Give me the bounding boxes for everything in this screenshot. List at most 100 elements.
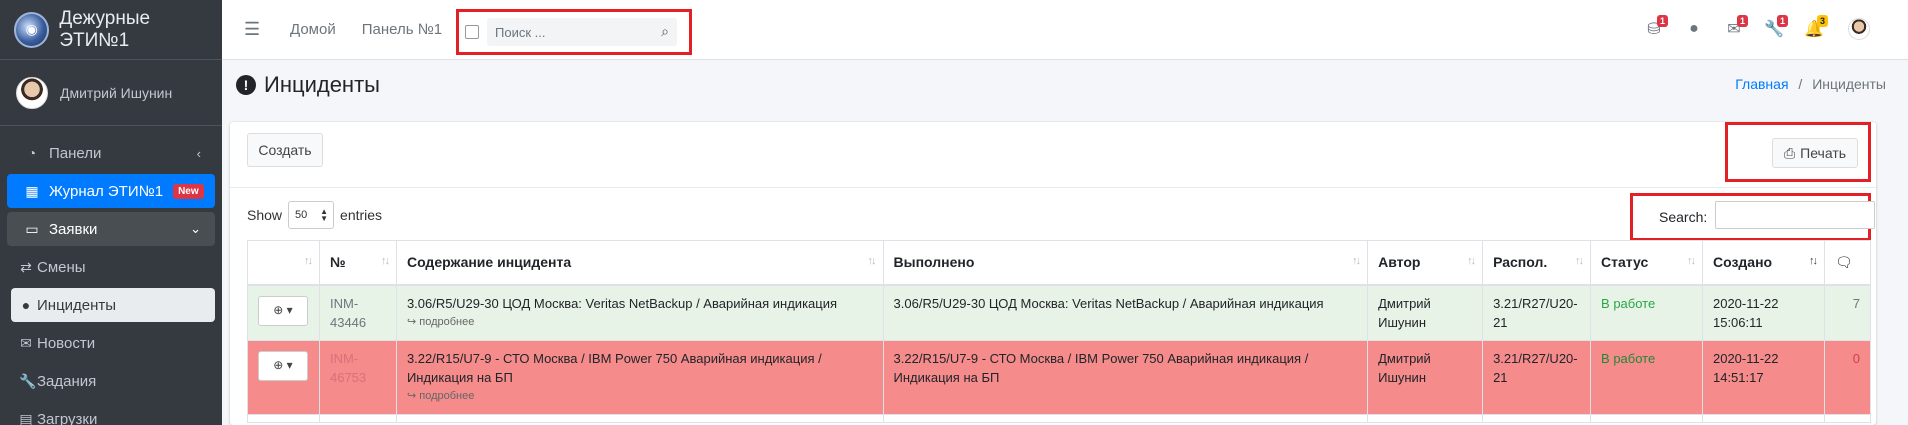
- sidebar-item-news[interactable]: ✉ Новости: [11, 326, 215, 360]
- sidebar-item-shifts[interactable]: ⇄ Смены: [11, 250, 215, 284]
- table-search-highlight: Search:: [1630, 193, 1875, 241]
- column-header-number[interactable]: № ↑↓: [318, 240, 397, 286]
- incident-location: 3.21/R27/U20-21: [1482, 339, 1592, 415]
- bell-icon[interactable]: 🔔 3: [1794, 15, 1834, 39]
- incident-content-cell: 3.22/R15/U7-9 - СТО Москва / IBM Power 7…: [395, 339, 884, 415]
- more-link[interactable]: ↪ подробнее: [407, 387, 873, 406]
- sidebar-item-requests[interactable]: ▭ Заявки ⌄: [7, 212, 215, 246]
- alert-icon[interactable]: ●: [1674, 20, 1714, 38]
- user-name[interactable]: Дмитрий Ишунин: [60, 85, 172, 101]
- sidebar-item-label: Журнал ЭТИ№1: [49, 182, 164, 200]
- tools-icon[interactable]: 🔧 1: [1754, 15, 1794, 39]
- new-badge: New: [173, 183, 204, 199]
- brand-logo-icon: ◉: [14, 11, 50, 48]
- sidebar-item-label: Загрузки: [37, 410, 98, 425]
- sidebar-item-tasks[interactable]: 🔧 Задания: [11, 364, 215, 398]
- show-label: Show: [247, 207, 283, 223]
- row-actions-dropdown[interactable]: ⊕ ▾: [258, 350, 308, 381]
- sidebar-item-label: Смены: [37, 258, 86, 276]
- sort-icon: ↑↓: [1467, 255, 1476, 267]
- devices-icon[interactable]: ⛁ 1: [1634, 15, 1674, 39]
- sort-icon: ↑↓: [380, 255, 390, 267]
- sidebar-item-journal[interactable]: ▦ Журнал ЭТИ№1 New: [7, 174, 215, 208]
- sidebar-item-incidents[interactable]: ● Инциденты: [11, 288, 215, 322]
- incident-content-cell: 3.06/R5/U29-30 ЦОД Москва: Veritas NetBa…: [395, 284, 884, 341]
- incident-author: Дмитрий Ишунин: [1367, 339, 1484, 415]
- messages-icon[interactable]: ✉ 1: [1714, 15, 1754, 39]
- sidebar-nav: ◔ Панели ‹ ▦ Журнал ЭТИ№1 New ▭ Заявки ⌄…: [0, 126, 222, 425]
- sidebar-item-panels[interactable]: ◔ Панели ‹: [7, 136, 215, 170]
- user-avatar[interactable]: [1848, 18, 1870, 40]
- envelope-icon: ✉: [20, 334, 32, 351]
- sort-icon: ↑↓: [1686, 255, 1696, 267]
- sidebar: ◉ Дежурные ЭТИ№1 Дмитрий Ишунин ◔ Панели…: [0, 0, 222, 425]
- sidebar-item-label: Панели: [49, 144, 102, 162]
- exclamation-circle-icon: ●: [21, 297, 31, 313]
- print-highlight: ⎙ Печать: [1725, 122, 1871, 182]
- nav-link-home[interactable]: Домой: [290, 21, 336, 38]
- top-checkbox[interactable]: [465, 25, 479, 39]
- table-row[interactable]: ⊕ ▾ INM-46753 3.22/R15/U7-9 - СТО Москва…: [247, 339, 1872, 415]
- brand-link[interactable]: ◉ Дежурные ЭТИ№1: [0, 0, 222, 60]
- sort-desc-icon: ↑↓: [1808, 255, 1818, 267]
- comments-count: 7: [1823, 284, 1872, 341]
- column-header-created[interactable]: Создано ↑↓: [1701, 240, 1825, 286]
- breadcrumb-current: Инциденты: [1812, 76, 1886, 92]
- incident-created: 2020-11-22 15:06:11: [1701, 284, 1825, 341]
- inbox-icon: ▭: [25, 220, 39, 237]
- grid-icon: ▦: [25, 182, 39, 199]
- hamburger-menu-icon[interactable]: ☰: [244, 19, 264, 40]
- chevron-left-icon: ‹: [196, 145, 201, 161]
- incident-content: 3.06/R5/U29-30 ЦОД Москва: Veritas NetBa…: [406, 295, 838, 311]
- sidebar-item-label: Задания: [37, 372, 97, 390]
- chevron-down-icon: ⌄: [190, 221, 201, 236]
- table-row[interactable]: ⊕ ▾ INM-43446 3.06/R5/U29-30 ЦОД Москва:…: [247, 284, 1872, 341]
- row-actions-dropdown[interactable]: ⊕ ▾: [258, 295, 308, 326]
- incident-created: 2020-11-22 14:51:17: [1701, 339, 1825, 415]
- download-circle-icon: ⊕: [273, 358, 284, 372]
- content-header: ! Инциденты Главная / Инциденты: [222, 60, 1908, 122]
- incidents-table: ↑↓ № ↑↓ Содержание инцидента ↑↓ Выполнено ↑…: [247, 240, 1872, 423]
- column-header-location[interactable]: Распол. ↑↓: [1482, 240, 1592, 286]
- search-input[interactable]: Поиск ... ⌕: [487, 18, 677, 46]
- search-placeholder: Поиск ...: [495, 24, 546, 40]
- entries-label: entries: [340, 207, 383, 223]
- page-title: ! Инциденты: [236, 72, 380, 98]
- incident-number[interactable]: INM-43446: [318, 284, 397, 341]
- sort-icon: ↑↓: [867, 255, 877, 267]
- nav-link-panel-1[interactable]: Панель №1: [362, 21, 442, 38]
- comments-icon: 🗨: [1834, 253, 1853, 270]
- column-header-content[interactable]: Содержание инцидента ↑↓: [395, 240, 884, 286]
- column-header-status[interactable]: Статус ↑↓: [1590, 240, 1703, 286]
- exclamation-circle-icon: !: [236, 75, 256, 95]
- print-button[interactable]: ⎙ Печать: [1772, 138, 1858, 168]
- incident-location: 3.21/R27/U20-21: [1482, 284, 1592, 341]
- sort-icon: ↑↓: [1352, 255, 1361, 267]
- notifications-count-badge: 3: [1816, 15, 1828, 27]
- table-row[interactable]: [247, 413, 1872, 423]
- top-icons: ⛁ 1 ● ✉ 1 🔧 1 🔔 3: [1634, 15, 1870, 40]
- incident-done: 3.22/R15/U7-9 - СТО Москва / IBM Power 7…: [882, 339, 1369, 415]
- page-size-select[interactable]: 50 ▲ ▼: [288, 201, 335, 229]
- sidebar-item-label: Инциденты: [37, 296, 117, 314]
- sidebar-item-downloads[interactable]: ▤ Загрузки: [11, 402, 215, 425]
- sort-icon: ↑↓: [1575, 255, 1584, 267]
- column-header-actions[interactable]: ↑↓: [247, 240, 320, 286]
- avatar: [16, 76, 48, 109]
- table-search-input[interactable]: [1715, 201, 1875, 229]
- incidents-card: Создать ⎙ Печать Show 50 ▲ ▼ entries Sear…: [230, 122, 1876, 425]
- more-link[interactable]: ↪ подробнее: [407, 313, 873, 332]
- column-header-comments[interactable]: 🗨: [1823, 240, 1872, 286]
- column-header-author[interactable]: Автор ↑↓: [1367, 240, 1484, 286]
- brand-title: Дежурные ЭТИ№1: [59, 7, 151, 51]
- column-header-done[interactable]: Выполнено ↑↓: [882, 240, 1369, 286]
- exchange-icon: ⇄: [20, 258, 32, 275]
- tachometer-icon: ◔: [27, 145, 37, 161]
- create-button[interactable]: Создать: [247, 133, 323, 167]
- user-panel[interactable]: Дмитрий Ишунин: [0, 60, 222, 126]
- search-icon[interactable]: ⌕: [661, 23, 669, 40]
- incident-number[interactable]: INM-46753: [318, 339, 397, 415]
- printer-icon: ⎙: [1783, 144, 1796, 161]
- page-title-text: Инциденты: [264, 72, 380, 97]
- breadcrumb-home[interactable]: Главная: [1735, 76, 1788, 92]
